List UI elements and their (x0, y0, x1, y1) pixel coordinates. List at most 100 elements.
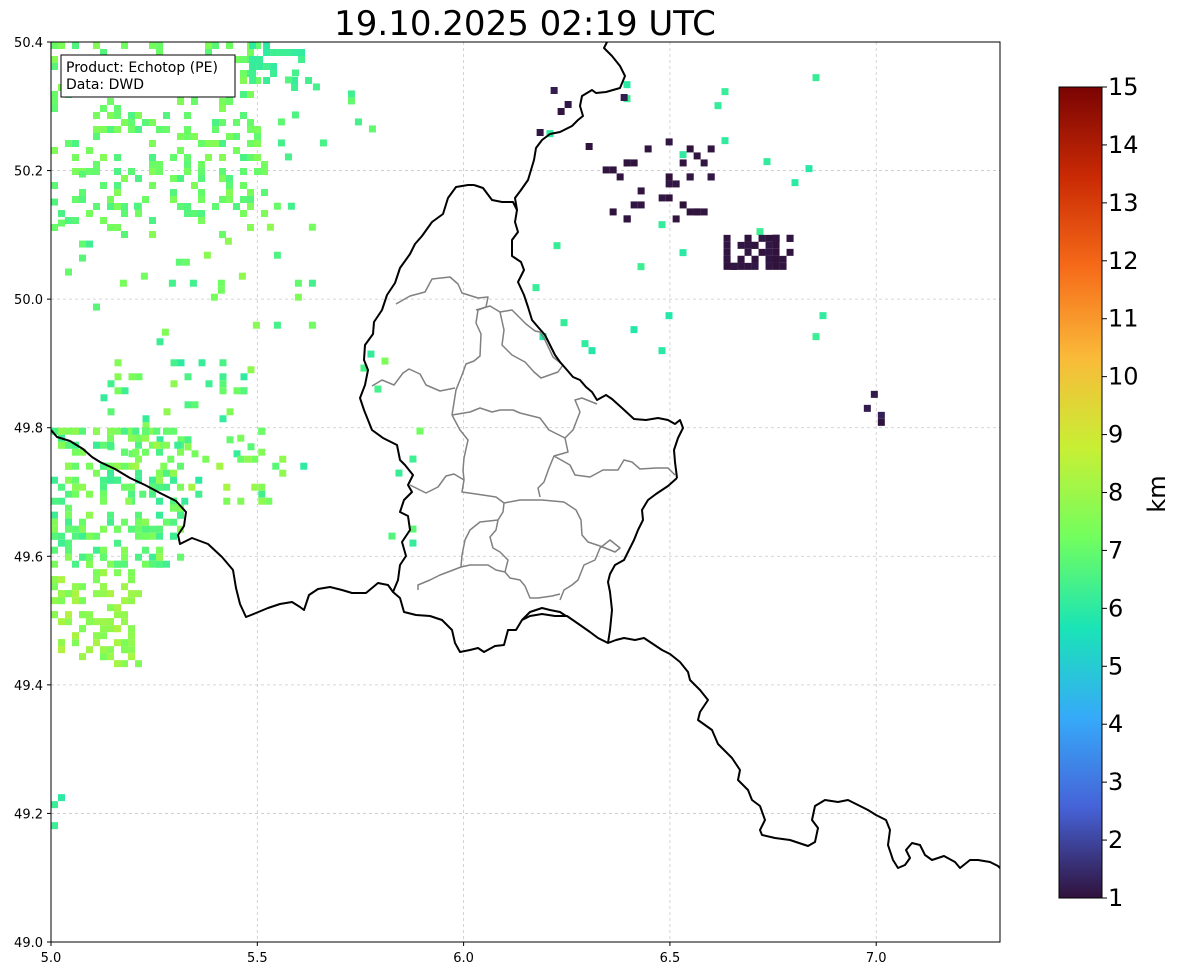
radar-echo-pixel (765, 262, 773, 270)
radar-echo-pixel (114, 525, 121, 533)
radar-echo-pixel (219, 231, 226, 238)
radar-echo-pixel (254, 168, 261, 175)
radar-echo-pixel (686, 208, 694, 216)
radar-echo-pixel (263, 42, 271, 49)
radar-echo-pixel (58, 497, 65, 505)
radar-echo-pixel (93, 126, 100, 133)
radar-echo-pixel (107, 427, 114, 435)
radar-echo-pixel (58, 794, 65, 802)
radar-echo-pixel (107, 511, 114, 519)
radar-echo-pixel (149, 560, 156, 568)
colorbar-ticks: 123456789101112131415 (1102, 73, 1139, 912)
radar-echo-pixel (86, 240, 93, 248)
radar-echo-pixel (791, 179, 799, 187)
radar-echo-pixel (107, 408, 115, 416)
radar-echo-pixel (93, 161, 100, 168)
radar-echo-pixel (630, 326, 638, 334)
radar-echo-pixel (277, 118, 285, 126)
radar-echo-pixel (251, 483, 259, 491)
radar-echo-pixel (247, 366, 255, 374)
radar-echo-pixel (114, 373, 122, 381)
radar-echo-pixel (177, 359, 185, 367)
radar-echo-pixel (585, 143, 593, 150)
radar-echo-pixel (184, 436, 192, 444)
radar-echo-pixel (142, 532, 149, 540)
radar-echo-pixel (287, 202, 295, 210)
radar-echo-pixel (142, 546, 149, 554)
radar-echo-pixel (277, 139, 285, 147)
radar-echo-pixel (58, 646, 65, 654)
radar-echo-pixel (177, 98, 184, 105)
radar-echo-pixel (198, 217, 205, 224)
chart-title: 19.10.2025 02:19 UTC (334, 4, 716, 44)
radar-echo-pixel (630, 159, 638, 167)
radar-echo-pixel (119, 279, 127, 287)
radar-echo-pixel (219, 373, 227, 381)
radar-echo-pixel (142, 427, 149, 435)
radar-echo-pixel (114, 611, 121, 619)
radar-echo-pixel (786, 248, 794, 256)
radar-echo-pixel (219, 196, 226, 203)
radar-echo-pixel (93, 203, 100, 210)
radar-echo-pixel (79, 597, 86, 605)
radar-echo-pixel (51, 182, 58, 189)
radar-echo-pixel (557, 108, 565, 115)
colorbar-tick-label: 4 (1108, 710, 1123, 738)
radar-echo-pixel (86, 532, 93, 540)
radar-echo-pixel (175, 258, 183, 266)
radar-echo-pixel (135, 469, 142, 477)
radar-echo-pixel (381, 357, 389, 365)
radar-echo-pixel (100, 105, 107, 112)
radar-echo-pixel (266, 223, 274, 231)
radar-echo-pixel (107, 618, 114, 626)
radar-echo-pixel (100, 441, 107, 449)
radar-echo-pixel (156, 546, 163, 554)
radar-echo-pixel (114, 203, 121, 210)
radar-echo-pixel (58, 639, 65, 647)
radar-echo-pixel (79, 611, 86, 619)
radar-echo-pixel (291, 77, 299, 84)
radar-echo-pixel (65, 268, 72, 276)
radar-echo-pixel (819, 312, 827, 320)
radar-echo-pixel (247, 49, 254, 56)
radar-echo-pixel (161, 328, 169, 336)
radar-echo-pixel (203, 251, 211, 259)
radar-echo-pixel (279, 455, 287, 463)
radar-echo-pixel (149, 161, 156, 168)
radar-echo-pixel (79, 189, 86, 196)
radar-echo-pixel (258, 448, 266, 456)
radar-echo-pixel (184, 168, 191, 175)
radar-echo-pixel (114, 189, 121, 196)
radar-echo-pixel (184, 443, 192, 451)
radar-echo-pixel (114, 387, 122, 395)
x-tick-label: 6.0 (453, 951, 474, 966)
radar-echo-pixel (156, 525, 163, 533)
radar-echo-pixel (219, 168, 226, 175)
radar-echo-pixel (219, 154, 226, 161)
radar-echo-pixel (665, 180, 673, 188)
radar-echo-pixel (128, 112, 135, 119)
radar-echo-pixel (79, 653, 86, 661)
radar-echo-pixel (65, 490, 72, 498)
radar-echo-pixel (100, 618, 107, 626)
radar-echo-pixel (308, 223, 316, 231)
radar-echo-pixel (686, 173, 694, 181)
radar-echo-pixel (226, 175, 233, 182)
radar-echo-pixel (65, 525, 72, 533)
radar-echo-pixel (170, 154, 177, 161)
radar-echo-pixel (177, 462, 184, 470)
radar-echo-pixel (291, 84, 299, 91)
radar-echo-pixel (135, 455, 142, 463)
radar-echo-pixel (107, 112, 114, 119)
radar-echo-pixel (249, 70, 257, 77)
radar-echo-pixel (252, 321, 260, 329)
radar-echo-pixel (79, 553, 86, 561)
radar-echo-pixel (128, 653, 135, 661)
radar-echo-pixel (319, 139, 327, 147)
radar-echo-pixel (219, 105, 226, 112)
radar-echo-pixel (93, 168, 100, 175)
radar-echo-pixel (72, 154, 79, 161)
radar-echo-pixel (79, 483, 86, 491)
radar-echo-pixel (86, 553, 93, 561)
radar-echo-pixel (216, 462, 224, 470)
